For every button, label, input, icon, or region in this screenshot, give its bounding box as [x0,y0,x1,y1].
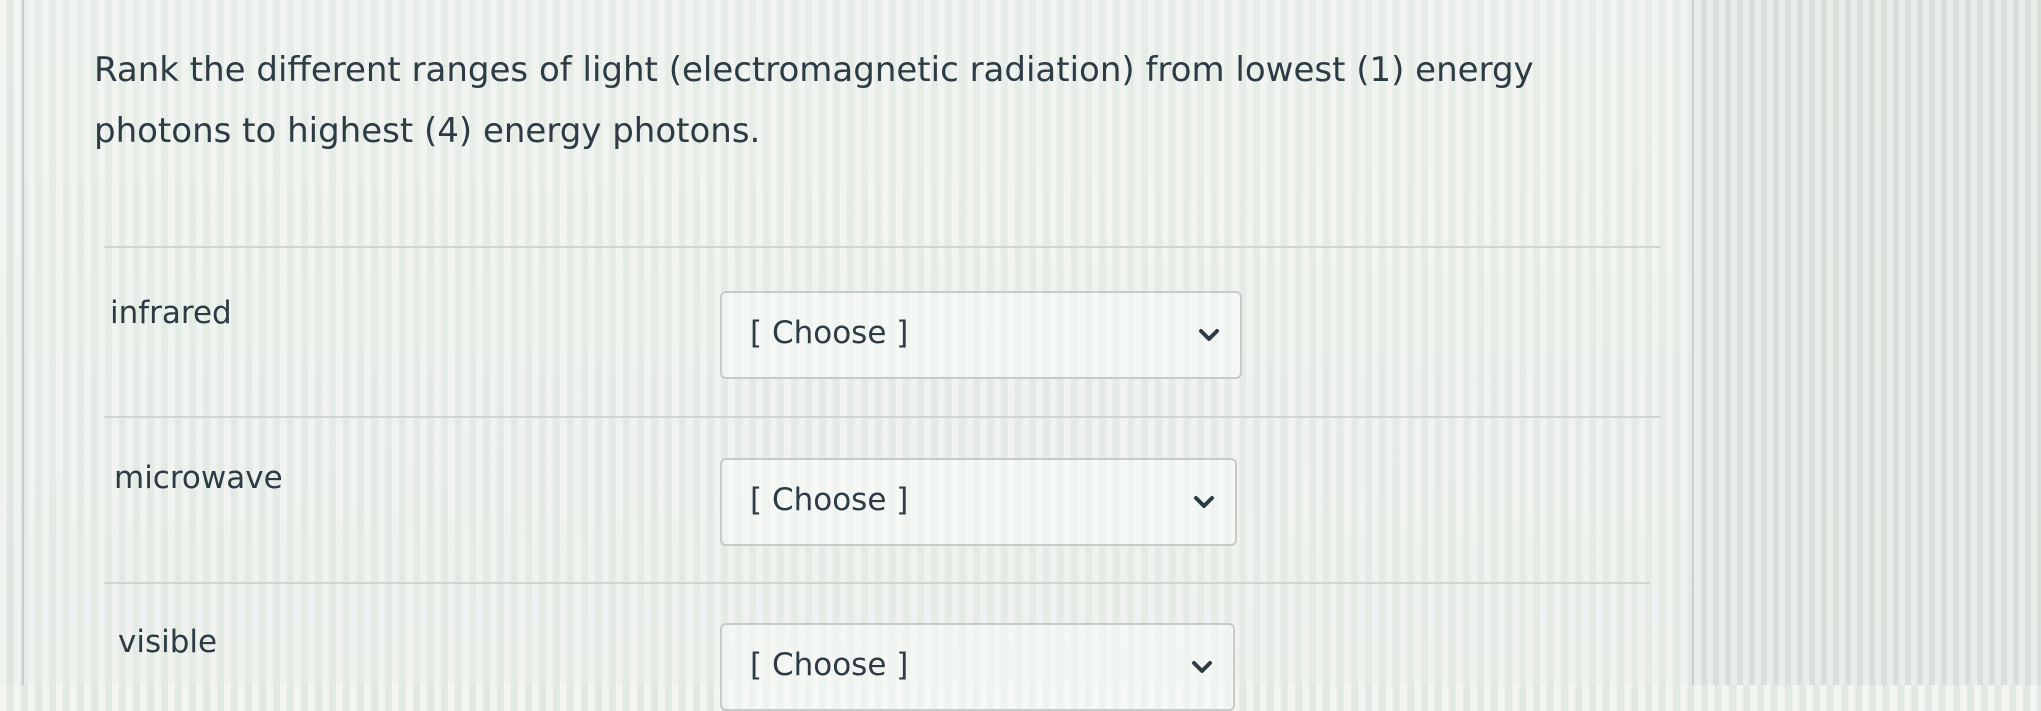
chevron-down-icon [1192,661,1212,673]
question-panel: Rank the different ranges of light (elec… [22,0,1694,711]
chevron-down-icon [1199,329,1219,341]
chevron-down-icon [1194,496,1214,508]
dropdown-value: [ Choose ] [750,315,909,351]
divider [104,246,1660,248]
answer-label-infrared: infrared [110,295,232,331]
answer-label-microwave: microwave [114,460,283,496]
dropdown-infrared[interactable]: [ Choose ] [720,291,1242,379]
dropdown-visible[interactable]: [ Choose ] [720,623,1235,711]
dropdown-microwave[interactable]: [ Choose ] [720,458,1237,546]
answer-label-visible: visible [118,624,218,660]
screen-background-right [1695,0,2041,685]
dropdown-value: [ Choose ] [750,482,909,518]
divider [104,416,1660,418]
dropdown-value: [ Choose ] [750,647,909,683]
divider [104,582,1650,584]
question-text: Rank the different ranges of light (elec… [94,50,1534,151]
